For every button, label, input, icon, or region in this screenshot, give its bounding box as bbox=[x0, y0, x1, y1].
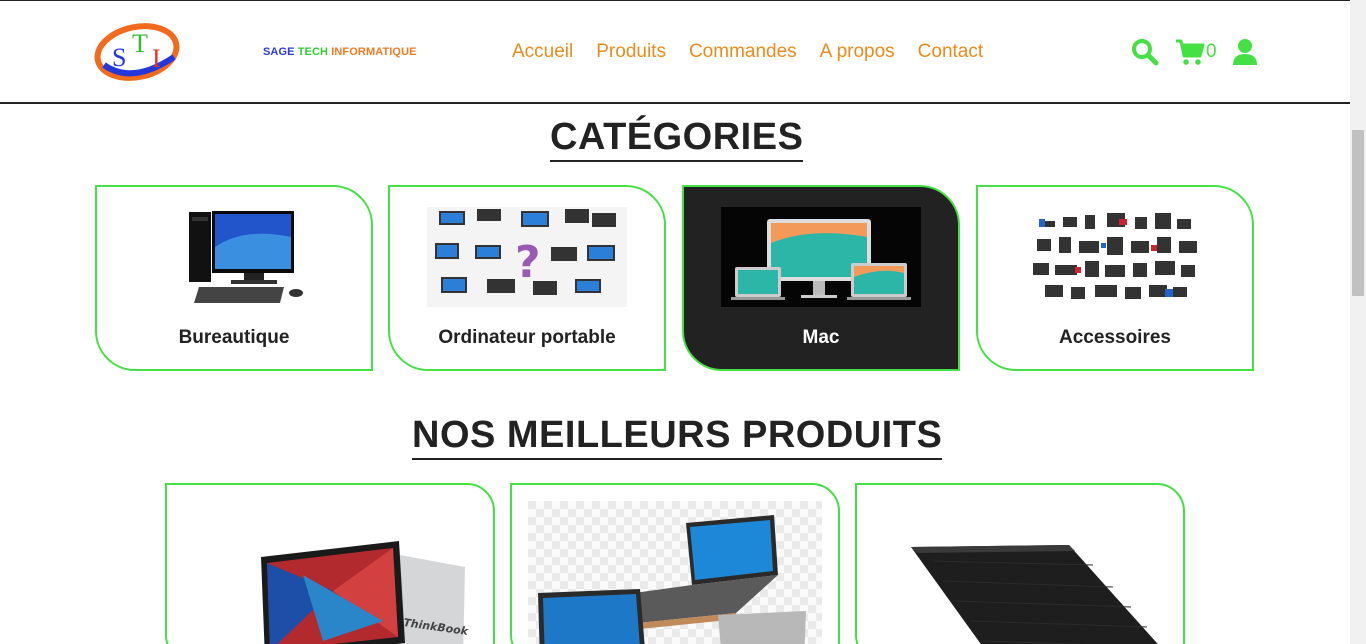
category-label: Ordinateur portable bbox=[438, 327, 616, 348]
brand-part-informatique: INFORMATIQUE bbox=[331, 46, 417, 58]
nav-produits[interactable]: Produits bbox=[596, 41, 666, 63]
header-icons: 0 bbox=[1131, 38, 1257, 66]
mac-devices-image bbox=[721, 207, 921, 307]
nav-a-propos[interactable]: A propos bbox=[820, 41, 895, 63]
nav-contact[interactable]: Contact bbox=[918, 41, 983, 63]
search-icon[interactable] bbox=[1131, 38, 1159, 66]
category-card-mac[interactable]: Mac bbox=[682, 185, 960, 371]
cart-count: 0 bbox=[1206, 41, 1217, 62]
laptops-image bbox=[528, 501, 822, 644]
laptops-collage-image: ? bbox=[427, 207, 627, 307]
product-card-black-laptop[interactable] bbox=[855, 483, 1185, 644]
brand-name: SAGE TECH INFORMATIQUE bbox=[263, 46, 417, 58]
category-card-ordinateur-portable[interactable]: ? Ordinateur portable bbox=[388, 185, 666, 371]
scrollbar-track[interactable] bbox=[1350, 0, 1366, 644]
category-label: Mac bbox=[802, 327, 840, 348]
nav-accueil[interactable]: Accueil bbox=[512, 41, 573, 63]
brand-part-tech: TECH bbox=[297, 46, 332, 58]
logo[interactable]: S T I bbox=[92, 19, 182, 83]
product-card-thinkbook[interactable]: ThinkBook bbox=[165, 483, 495, 644]
desktop-computer-image bbox=[189, 211, 303, 303]
category-label: Bureautique bbox=[178, 327, 290, 348]
accessories-collage-image bbox=[1033, 213, 1197, 299]
best-products-title: NOS MEILLEURS PRODUITS bbox=[412, 414, 943, 460]
site-header: S T I SAGE TECH INFORMATIQUE Accueil Pro… bbox=[0, 0, 1350, 104]
category-label: Accessoires bbox=[1059, 327, 1171, 348]
brand-part-sage: SAGE bbox=[263, 46, 298, 58]
user-icon[interactable] bbox=[1232, 38, 1257, 66]
svg-text:I: I bbox=[152, 44, 161, 73]
cart-icon[interactable] bbox=[1175, 38, 1205, 66]
main-nav: Accueil Produits Commandes A propos Cont… bbox=[512, 41, 983, 63]
categories-title: CATÉGORIES bbox=[550, 116, 804, 162]
scrollbar-thumb[interactable] bbox=[1352, 130, 1364, 296]
category-card-bureautique[interactable]: Bureautique bbox=[95, 185, 373, 371]
category-card-accessoires[interactable]: Accessoires bbox=[976, 185, 1254, 371]
svg-text:T: T bbox=[132, 29, 148, 58]
product-card-hp-laptops[interactable] bbox=[510, 483, 840, 644]
black-laptop-image bbox=[911, 545, 1158, 644]
nav-commandes[interactable]: Commandes bbox=[689, 41, 797, 63]
svg-text:S: S bbox=[112, 43, 126, 72]
thinkbook-laptop-image: ThinkBook bbox=[261, 541, 470, 644]
svg-text:?: ? bbox=[515, 237, 541, 288]
